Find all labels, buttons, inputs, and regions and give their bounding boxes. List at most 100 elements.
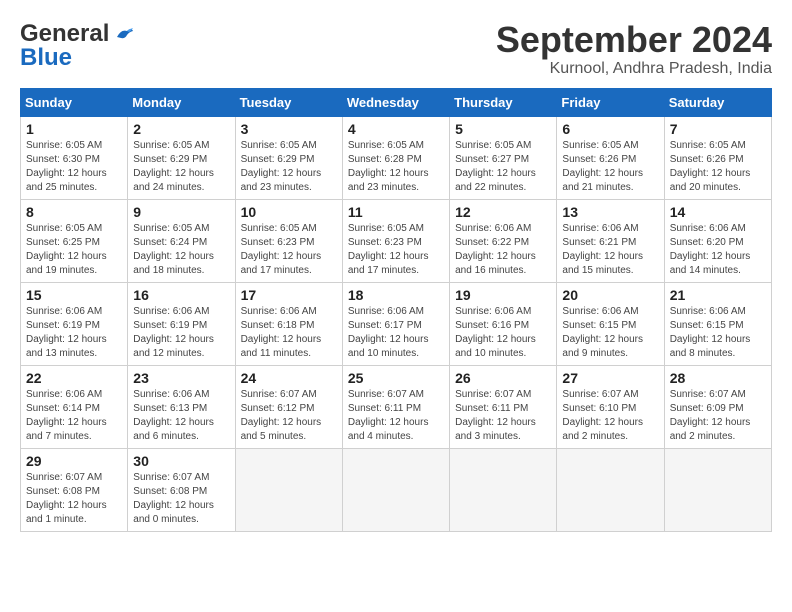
calendar-cell: 10 Sunrise: 6:05 AM Sunset: 6:23 PM Dayl… [235,199,342,282]
calendar-cell: 15 Sunrise: 6:06 AM Sunset: 6:19 PM Dayl… [21,282,128,365]
day-number: 17 [241,287,337,303]
logo-bird-icon [113,23,135,45]
calendar-cell: 21 Sunrise: 6:06 AM Sunset: 6:15 PM Dayl… [664,282,771,365]
day-number: 23 [133,370,229,386]
calendar-cell: 13 Sunrise: 6:06 AM Sunset: 6:21 PM Dayl… [557,199,664,282]
day-number: 6 [562,121,658,137]
calendar-cell: 24 Sunrise: 6:07 AM Sunset: 6:12 PM Dayl… [235,365,342,448]
calendar-cell: 11 Sunrise: 6:05 AM Sunset: 6:23 PM Dayl… [342,199,449,282]
calendar-cell: 26 Sunrise: 6:07 AM Sunset: 6:11 PM Dayl… [450,365,557,448]
calendar-cell: 1 Sunrise: 6:05 AM Sunset: 6:30 PM Dayli… [21,116,128,199]
day-number: 27 [562,370,658,386]
calendar-cell: 27 Sunrise: 6:07 AM Sunset: 6:10 PM Dayl… [557,365,664,448]
day-number: 1 [26,121,122,137]
day-info: Sunrise: 6:06 AM Sunset: 6:19 PM Dayligh… [26,306,107,359]
calendar-header-row: Sunday Monday Tuesday Wednesday Thursday… [21,88,772,116]
day-number: 24 [241,370,337,386]
day-info: Sunrise: 6:06 AM Sunset: 6:18 PM Dayligh… [241,306,322,359]
day-info: Sunrise: 6:06 AM Sunset: 6:17 PM Dayligh… [348,306,429,359]
calendar-cell [235,448,342,531]
day-number: 22 [26,370,122,386]
day-number: 2 [133,121,229,137]
day-info: Sunrise: 6:06 AM Sunset: 6:19 PM Dayligh… [133,306,214,359]
calendar-cell: 17 Sunrise: 6:06 AM Sunset: 6:18 PM Dayl… [235,282,342,365]
day-number: 8 [26,204,122,220]
day-number: 21 [670,287,766,303]
day-number: 3 [241,121,337,137]
logo: General Blue [20,20,135,72]
calendar-cell [342,448,449,531]
title-block: September 2024 Kurnool, Andhra Pradesh, … [496,20,772,78]
day-info: Sunrise: 6:07 AM Sunset: 6:12 PM Dayligh… [241,389,322,442]
calendar-cell: 22 Sunrise: 6:06 AM Sunset: 6:14 PM Dayl… [21,365,128,448]
day-info: Sunrise: 6:05 AM Sunset: 6:23 PM Dayligh… [348,223,429,276]
calendar-cell: 2 Sunrise: 6:05 AM Sunset: 6:29 PM Dayli… [128,116,235,199]
calendar-cell: 30 Sunrise: 6:07 AM Sunset: 6:08 PM Dayl… [128,448,235,531]
day-info: Sunrise: 6:07 AM Sunset: 6:11 PM Dayligh… [455,389,536,442]
calendar-cell: 5 Sunrise: 6:05 AM Sunset: 6:27 PM Dayli… [450,116,557,199]
day-info: Sunrise: 6:06 AM Sunset: 6:15 PM Dayligh… [562,306,643,359]
day-number: 28 [670,370,766,386]
calendar-cell: 7 Sunrise: 6:05 AM Sunset: 6:26 PM Dayli… [664,116,771,199]
day-number: 4 [348,121,444,137]
day-number: 13 [562,204,658,220]
calendar-cell: 9 Sunrise: 6:05 AM Sunset: 6:24 PM Dayli… [128,199,235,282]
calendar-cell: 16 Sunrise: 6:06 AM Sunset: 6:19 PM Dayl… [128,282,235,365]
day-number: 26 [455,370,551,386]
day-info: Sunrise: 6:05 AM Sunset: 6:24 PM Dayligh… [133,223,214,276]
day-info: Sunrise: 6:05 AM Sunset: 6:30 PM Dayligh… [26,140,107,193]
day-info: Sunrise: 6:06 AM Sunset: 6:20 PM Dayligh… [670,223,751,276]
day-info: Sunrise: 6:07 AM Sunset: 6:08 PM Dayligh… [26,472,107,525]
day-number: 5 [455,121,551,137]
day-number: 15 [26,287,122,303]
calendar-cell: 6 Sunrise: 6:05 AM Sunset: 6:26 PM Dayli… [557,116,664,199]
day-number: 10 [241,204,337,220]
col-thursday: Thursday [450,88,557,116]
calendar-cell [557,448,664,531]
day-info: Sunrise: 6:06 AM Sunset: 6:16 PM Dayligh… [455,306,536,359]
calendar-cell [450,448,557,531]
day-info: Sunrise: 6:07 AM Sunset: 6:10 PM Dayligh… [562,389,643,442]
calendar-cell: 4 Sunrise: 6:05 AM Sunset: 6:28 PM Dayli… [342,116,449,199]
day-info: Sunrise: 6:05 AM Sunset: 6:26 PM Dayligh… [562,140,643,193]
col-sunday: Sunday [21,88,128,116]
day-number: 25 [348,370,444,386]
day-info: Sunrise: 6:05 AM Sunset: 6:29 PM Dayligh… [133,140,214,193]
day-info: Sunrise: 6:06 AM Sunset: 6:21 PM Dayligh… [562,223,643,276]
calendar-cell: 29 Sunrise: 6:07 AM Sunset: 6:08 PM Dayl… [21,448,128,531]
calendar-cell: 14 Sunrise: 6:06 AM Sunset: 6:20 PM Dayl… [664,199,771,282]
calendar-cell: 23 Sunrise: 6:06 AM Sunset: 6:13 PM Dayl… [128,365,235,448]
day-info: Sunrise: 6:07 AM Sunset: 6:11 PM Dayligh… [348,389,429,442]
calendar-cell: 12 Sunrise: 6:06 AM Sunset: 6:22 PM Dayl… [450,199,557,282]
day-info: Sunrise: 6:05 AM Sunset: 6:23 PM Dayligh… [241,223,322,276]
day-info: Sunrise: 6:05 AM Sunset: 6:26 PM Dayligh… [670,140,751,193]
day-number: 18 [348,287,444,303]
calendar-cell: 28 Sunrise: 6:07 AM Sunset: 6:09 PM Dayl… [664,365,771,448]
calendar-cell: 8 Sunrise: 6:05 AM Sunset: 6:25 PM Dayli… [21,199,128,282]
calendar-cell: 19 Sunrise: 6:06 AM Sunset: 6:16 PM Dayl… [450,282,557,365]
day-info: Sunrise: 6:06 AM Sunset: 6:14 PM Dayligh… [26,389,107,442]
col-saturday: Saturday [664,88,771,116]
col-monday: Monday [128,88,235,116]
day-info: Sunrise: 6:06 AM Sunset: 6:15 PM Dayligh… [670,306,751,359]
logo-blue: Blue [20,44,72,72]
day-info: Sunrise: 6:07 AM Sunset: 6:09 PM Dayligh… [670,389,751,442]
day-number: 9 [133,204,229,220]
day-info: Sunrise: 6:05 AM Sunset: 6:25 PM Dayligh… [26,223,107,276]
calendar-body: 1 Sunrise: 6:05 AM Sunset: 6:30 PM Dayli… [21,116,772,531]
day-number: 11 [348,204,444,220]
day-number: 14 [670,204,766,220]
calendar-cell: 25 Sunrise: 6:07 AM Sunset: 6:11 PM Dayl… [342,365,449,448]
day-info: Sunrise: 6:05 AM Sunset: 6:28 PM Dayligh… [348,140,429,193]
day-info: Sunrise: 6:06 AM Sunset: 6:22 PM Dayligh… [455,223,536,276]
calendar-cell: 20 Sunrise: 6:06 AM Sunset: 6:15 PM Dayl… [557,282,664,365]
calendar-cell [664,448,771,531]
day-info: Sunrise: 6:07 AM Sunset: 6:08 PM Dayligh… [133,472,214,525]
location-title: Kurnool, Andhra Pradesh, India [496,60,772,78]
col-tuesday: Tuesday [235,88,342,116]
calendar-cell: 3 Sunrise: 6:05 AM Sunset: 6:29 PM Dayli… [235,116,342,199]
calendar-table: Sunday Monday Tuesday Wednesday Thursday… [20,88,772,532]
day-info: Sunrise: 6:05 AM Sunset: 6:29 PM Dayligh… [241,140,322,193]
day-number: 7 [670,121,766,137]
day-number: 20 [562,287,658,303]
